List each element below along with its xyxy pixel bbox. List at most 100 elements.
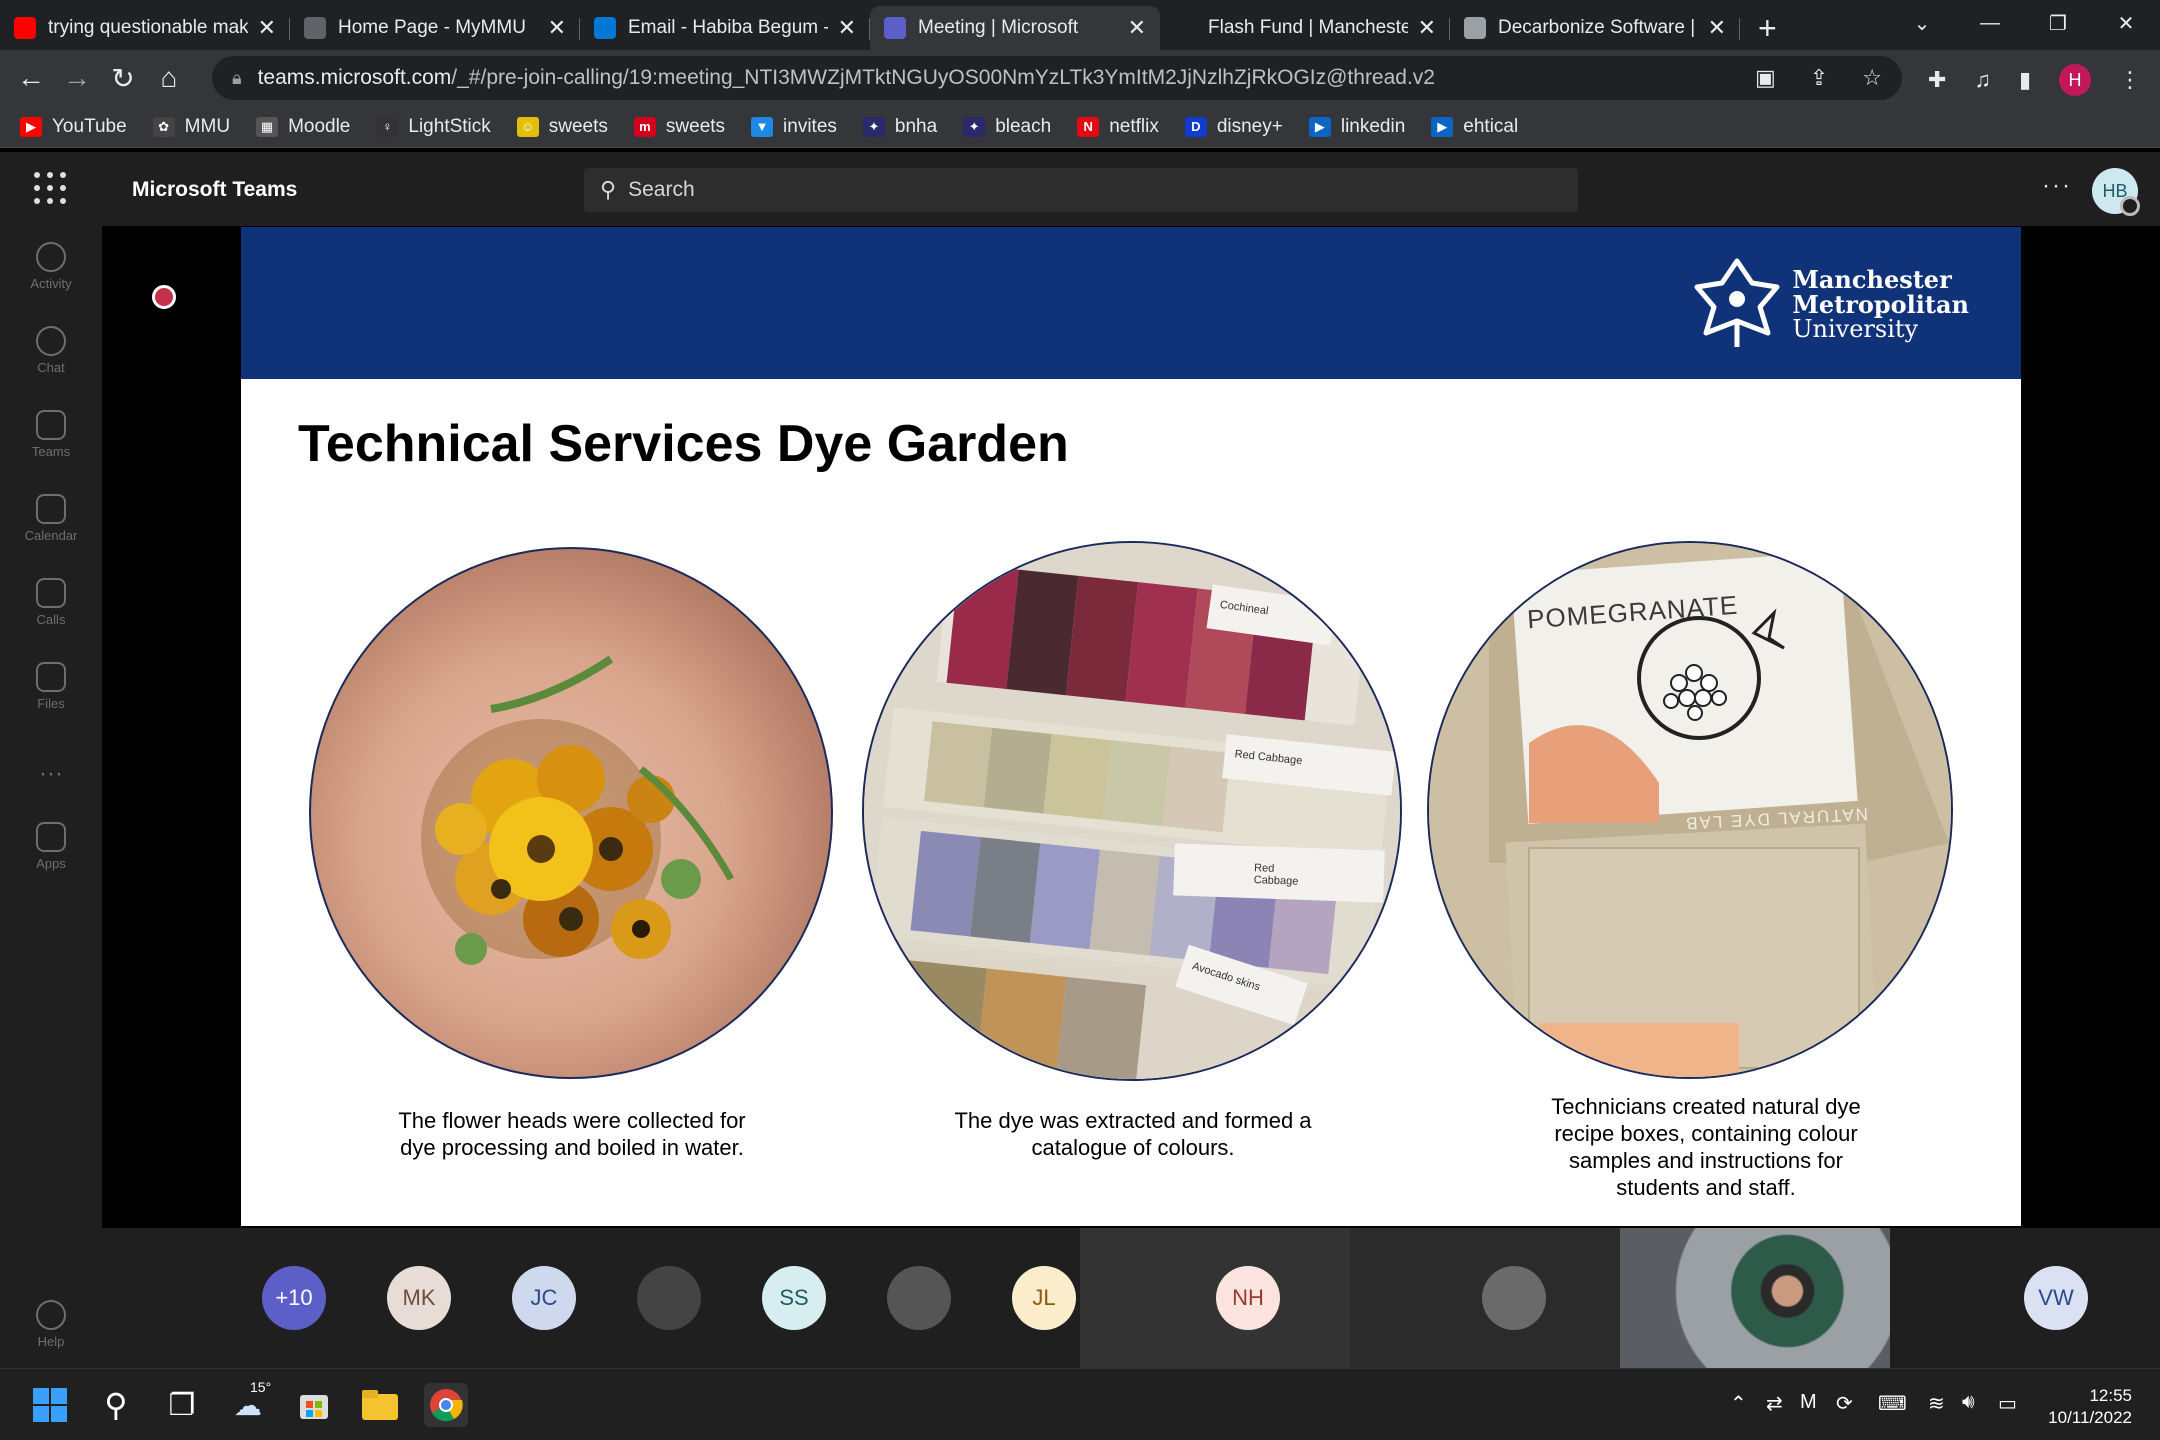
clock[interactable]: 12:55 10/11/2022 <box>2048 1385 2132 1429</box>
tab-title: trying questionable mak <box>48 17 248 38</box>
address-bar[interactable]: 🔒︎ teams.microsoft.com/_#/pre-join-calli… <box>212 56 1902 100</box>
keyboard-icon[interactable]: ⌨ <box>1878 1391 1907 1416</box>
close-tab-icon[interactable]: ✕ <box>838 15 856 41</box>
bookmark-item[interactable]: Nnetflix <box>1077 116 1159 138</box>
minimize-button[interactable]: — <box>1956 0 2024 46</box>
participant-avatar[interactable]: MK <box>387 1266 451 1330</box>
participant-photo-avatar[interactable] <box>637 1266 701 1330</box>
participant-avatar[interactable]: JL <box>1012 1266 1076 1330</box>
bookmark-item[interactable]: ▶ YouTube <box>20 116 127 138</box>
logo-line-2: Metropolitan <box>1792 289 1969 319</box>
close-tab-icon[interactable]: ✕ <box>258 15 276 41</box>
battery-icon[interactable]: ▭ <box>1998 1391 2017 1416</box>
bookmark-item[interactable]: ✦ bleach <box>963 116 1051 138</box>
close-tab-icon[interactable]: ✕ <box>1708 15 1726 41</box>
url-host: teams.microsoft.com <box>257 66 452 89</box>
flower-heads-photo <box>309 547 833 1079</box>
bookmark-item[interactable]: ▶ linkedin <box>1308 116 1405 138</box>
task-view-icon[interactable]: ❐ <box>160 1383 204 1427</box>
rail-item-teams[interactable]: Teams <box>0 410 102 459</box>
new-tab-button[interactable]: + <box>1740 6 1795 50</box>
rail-label: Apps <box>36 856 66 871</box>
bookmark-item[interactable]: ♀ LightStick <box>376 116 491 138</box>
mmu-icon <box>304 17 326 39</box>
side-panel-icon[interactable]: ▮ <box>2019 67 2031 93</box>
rail-item-calls[interactable]: Calls <box>0 578 102 627</box>
browser-menu-icon[interactable]: ⋮ <box>2119 67 2141 93</box>
search-input[interactable]: ⚲ Search <box>584 168 1578 212</box>
bookmark-item[interactable]: ☺ sweets <box>516 116 608 138</box>
mail-tray-icon[interactable]: M <box>1800 1391 1817 1414</box>
bookmark-star-icon[interactable]: ☆ <box>1862 65 1882 91</box>
profile-avatar[interactable]: H <box>2059 64 2092 96</box>
start-icon[interactable] <box>28 1383 72 1427</box>
browser-tab[interactable]: Flash Fund | Manchester ✕ <box>1160 6 1450 50</box>
bookmark-item[interactable]: ▶ ehtical <box>1431 116 1518 138</box>
rail-item-files[interactable]: Files <box>0 662 102 711</box>
bookmark-item[interactable]: m sweets <box>633 115 726 138</box>
bookmark-label: sweets <box>665 115 726 137</box>
camera-blocked-icon[interactable]: ▣ <box>1755 65 1776 91</box>
bookmark-favicon-icon: ▼ <box>751 116 774 137</box>
media-controls-icon[interactable]: ♫ <box>1974 67 1991 93</box>
participant-photo-avatar[interactable] <box>1482 1266 1546 1330</box>
volume-icon[interactable]: 🔊︎ <box>1962 1391 1975 1414</box>
rail-item-calendar[interactable]: Calendar <box>0 494 102 543</box>
swatch-label: Red Cabbage <box>1173 843 1385 903</box>
tab-search-icon[interactable]: ⌄ <box>1888 0 1956 46</box>
browser-tab[interactable]: Meeting | Microsoft ✕ <box>870 6 1160 50</box>
user-avatar[interactable]: HB <box>2092 168 2140 216</box>
browser-tab[interactable]: Home Page - MyMMU ✕ <box>290 6 580 50</box>
store-icon[interactable] <box>292 1383 336 1427</box>
extensions-icon[interactable]: ✚ <box>1928 67 1946 93</box>
bookmark-item[interactable]: Ddisney+ <box>1184 116 1283 138</box>
extension-area: ✚ ♫ ▮ H ⋮ <box>1928 64 2141 96</box>
bookmark-item[interactable]: ✦ bnha <box>862 116 937 138</box>
bookmark-label: netflix <box>1109 115 1159 137</box>
app-launcher-icon[interactable] <box>34 172 66 204</box>
rail-more-icon[interactable]: ··· <box>0 760 102 788</box>
restore-button[interactable]: ❐ <box>2024 0 2092 46</box>
file-explorer-icon[interactable] <box>358 1383 402 1427</box>
app-title: Microsoft Teams <box>132 178 298 201</box>
rail-item-chat[interactable]: Chat <box>0 326 102 375</box>
close-window-button[interactable]: ✕ <box>2092 0 2160 46</box>
forward-icon[interactable]: → <box>54 62 100 94</box>
bookmark-label: YouTube <box>52 115 127 137</box>
reload-icon[interactable]: ↻ <box>100 62 146 95</box>
caption-1: The flower heads were collected for dye … <box>398 1108 746 1160</box>
close-tab-icon[interactable]: ✕ <box>548 15 566 41</box>
bookmark-item[interactable]: ✿ MMU <box>152 116 230 138</box>
rail-help[interactable]: Help <box>0 1300 102 1349</box>
browser-tab[interactable]: trying questionable mak ✕ <box>0 6 290 50</box>
bookmark-item[interactable]: ▦ Moodle <box>256 116 350 138</box>
participant-avatar[interactable]: VW <box>2024 1266 2088 1330</box>
wifi-icon[interactable]: ≋ <box>1928 1391 1945 1416</box>
participant-video-tile[interactable] <box>1620 1228 1890 1368</box>
recipe-box-photo: POMEGRANATE NATURAL DYE LAB <box>1427 541 1953 1079</box>
rail-item-activity[interactable]: Activity <box>0 242 102 291</box>
logo-line-3: University <box>1792 314 1919 343</box>
sync-icon[interactable]: ⟳ <box>1836 1391 1853 1416</box>
browser-tab[interactable]: Email - Habiba Begum - ✕ <box>580 6 870 50</box>
bookmark-label: Moodle <box>288 115 351 137</box>
participant-avatar[interactable]: JC <box>512 1266 576 1330</box>
rail-item-apps[interactable]: Apps <box>0 822 102 871</box>
share-icon[interactable]: ⇪ <box>1810 65 1828 91</box>
participant-photo-avatar[interactable] <box>887 1266 951 1330</box>
home-icon[interactable]: ⌂ <box>146 62 192 94</box>
search-taskbar-icon[interactable]: ⚲ <box>94 1383 138 1427</box>
network-settings-icon[interactable]: ⇄ <box>1766 1391 1783 1416</box>
close-tab-icon[interactable]: ✕ <box>1418 15 1436 41</box>
close-tab-icon[interactable]: ✕ <box>1128 15 1146 41</box>
screen: trying questionable mak ✕ Home Page - MyMM… <box>0 0 2160 1440</box>
show-hidden-icons[interactable]: ⌃ <box>1730 1391 1747 1416</box>
bookmark-item[interactable]: ▼ invites <box>751 116 837 138</box>
participant-avatar[interactable]: +10 <box>262 1266 326 1330</box>
browser-tab[interactable]: Decarbonize Software | (✕ <box>1450 6 1740 50</box>
chrome-icon[interactable] <box>424 1383 468 1427</box>
participant-avatar[interactable]: SS <box>762 1266 826 1330</box>
back-icon[interactable]: ← <box>8 62 54 94</box>
participant-avatar[interactable]: NH <box>1216 1266 1280 1330</box>
more-options-icon[interactable]: ··· <box>2042 172 2072 200</box>
